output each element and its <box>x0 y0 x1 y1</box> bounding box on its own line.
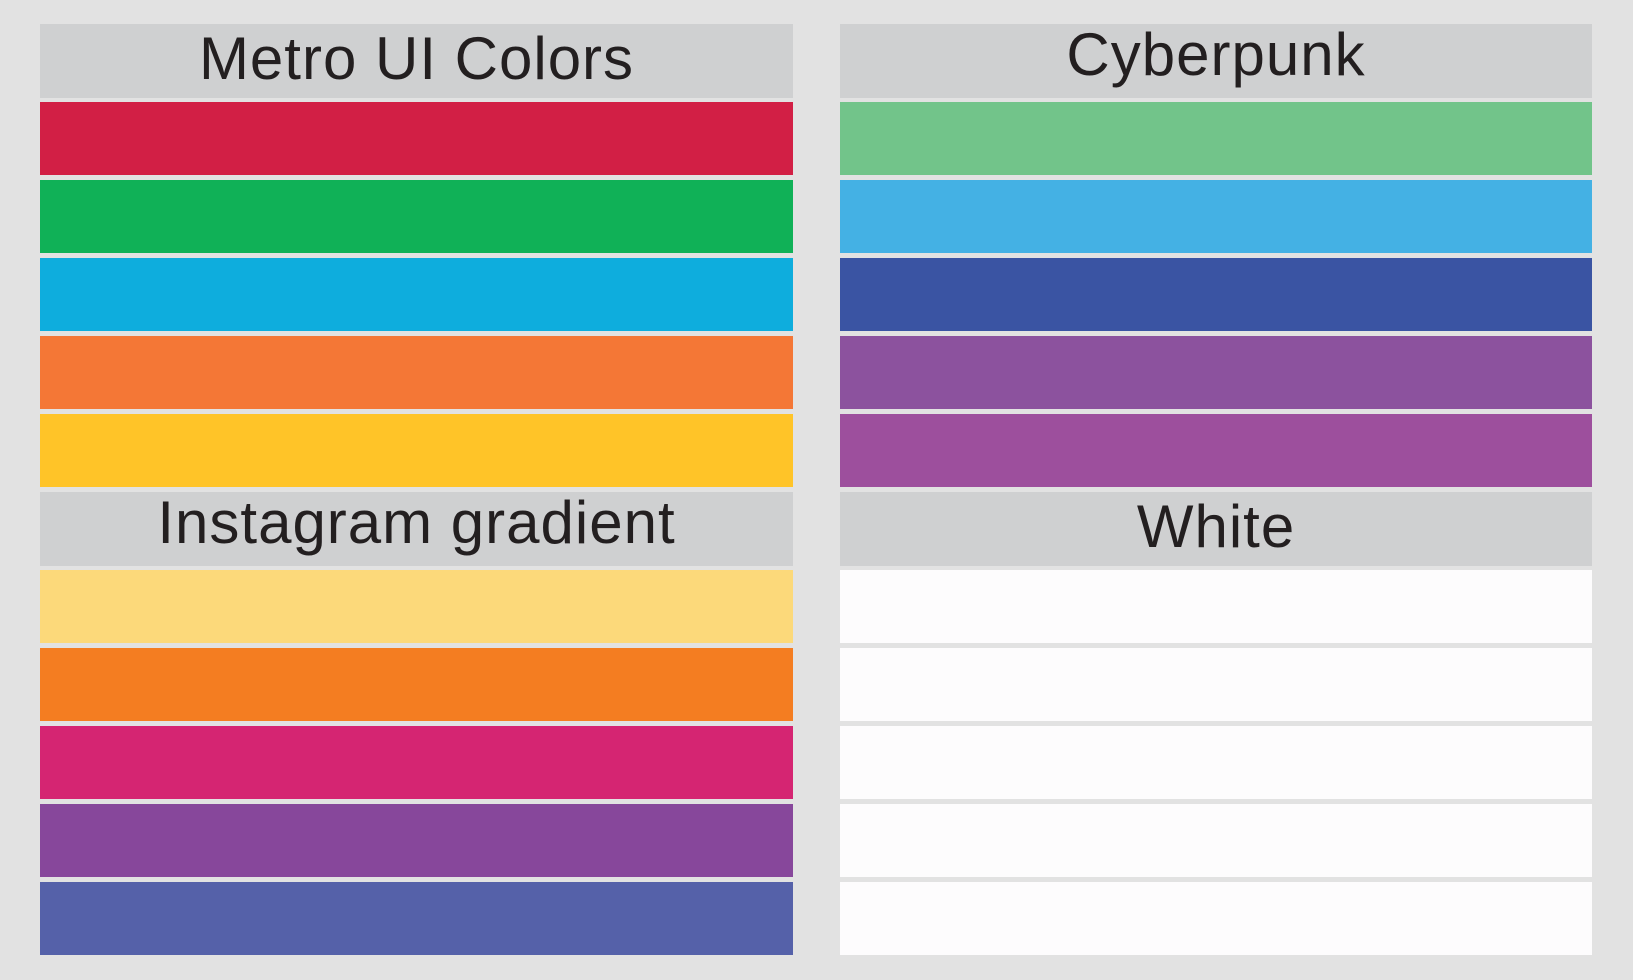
color-swatch <box>840 102 1592 175</box>
swatch-list <box>40 102 793 487</box>
palette-metro-ui-colors: Metro UI Colors <box>40 24 793 487</box>
palette-title: White <box>1136 493 1296 560</box>
color-swatch <box>840 882 1592 955</box>
color-swatch <box>40 804 793 877</box>
palette-instagram-gradient: Instagram gradient <box>40 492 793 955</box>
color-swatch <box>840 726 1592 799</box>
color-swatch <box>840 804 1592 877</box>
color-swatch <box>40 258 793 331</box>
palette-title-bar: Metro UI Colors <box>40 24 793 98</box>
color-swatch <box>840 570 1592 643</box>
color-swatch <box>40 180 793 253</box>
palette-title-bar: Instagram gradient <box>40 492 793 566</box>
color-swatch <box>840 414 1592 487</box>
palette-cyberpunk: Cyberpunk <box>840 24 1592 487</box>
color-swatch <box>40 648 793 721</box>
color-swatch <box>40 102 793 175</box>
color-swatch <box>40 570 793 643</box>
color-swatch <box>40 336 793 409</box>
color-swatch <box>840 648 1592 721</box>
swatch-list <box>840 102 1592 487</box>
color-swatch <box>840 336 1592 409</box>
color-swatch <box>40 882 793 955</box>
color-swatch <box>40 414 793 487</box>
color-swatch <box>840 180 1592 253</box>
palette-title: Cyberpunk <box>1066 21 1366 88</box>
palette-title: Metro UI Colors <box>198 25 635 92</box>
palette-title-bar: Cyberpunk <box>840 24 1592 98</box>
palette-title-bar: White <box>840 492 1592 566</box>
color-swatch <box>840 258 1592 331</box>
swatch-list <box>840 570 1592 955</box>
palette-title: Instagram gradient <box>157 489 676 556</box>
palette-white: White <box>840 492 1592 955</box>
color-swatch <box>40 726 793 799</box>
swatch-list <box>40 570 793 955</box>
